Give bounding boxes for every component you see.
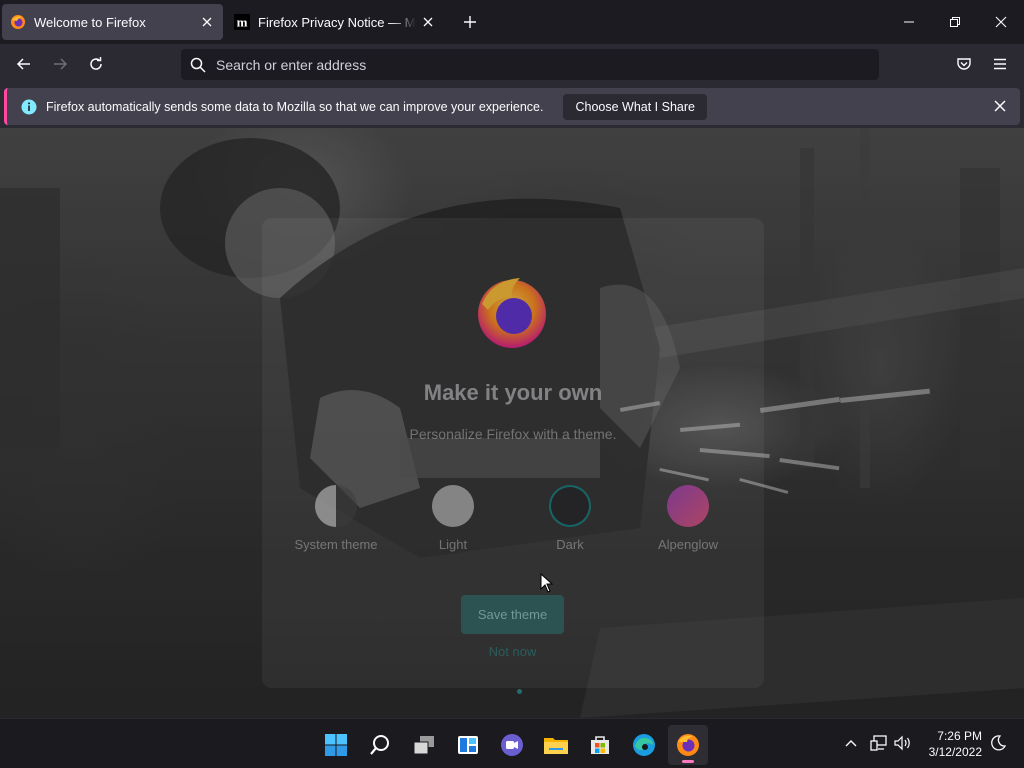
address-bar[interactable] [181, 49, 879, 80]
volume-button[interactable] [891, 731, 915, 755]
active-app-indicator [682, 760, 694, 763]
data-collection-notification: Firefox automatically sends some data to… [0, 86, 1024, 128]
mozilla-icon: m [234, 14, 250, 30]
tab-welcome[interactable]: Welcome to Firefox [2, 4, 223, 40]
close-tab-icon[interactable] [195, 10, 219, 34]
theme-label: Alpenglow [658, 537, 718, 552]
not-now-link[interactable]: Not now [461, 644, 564, 659]
volume-icon [894, 735, 910, 751]
firefox-icon [11, 15, 25, 29]
taskbar-search-button[interactable] [360, 725, 400, 765]
theme-option-alpenglow[interactable]: Alpenglow [633, 485, 743, 552]
theme-option-light[interactable]: Light [398, 485, 508, 552]
network-icon [870, 735, 887, 751]
moon-icon [991, 735, 1006, 751]
network-button[interactable] [867, 731, 891, 755]
close-tab-icon[interactable] [416, 10, 440, 34]
plus-icon [464, 16, 476, 28]
windows-start-icon [325, 734, 347, 756]
app-menu-button[interactable] [984, 48, 1016, 80]
system-clock[interactable]: 7:26 PM 3/12/2022 [918, 728, 982, 760]
close-icon [994, 100, 1006, 112]
chevron-up-icon [845, 740, 857, 747]
clock-time: 7:26 PM [937, 729, 982, 743]
restore-icon [950, 17, 960, 27]
widgets-button[interactable] [448, 725, 488, 765]
reload-icon [90, 57, 102, 70]
forward-arrow-icon [54, 58, 68, 70]
tab-strip: Welcome to Firefox m Firefox Privacy Not… [0, 0, 1024, 44]
tab-title: Firefox Privacy Notice — Mozilla [258, 14, 416, 30]
firefox-taskbar-button[interactable] [668, 725, 708, 765]
theme-label: Light [438, 537, 468, 552]
light-theme-swatch [432, 485, 474, 527]
hamburger-menu-icon [994, 58, 1006, 70]
edge-browser-button[interactable] [624, 725, 664, 765]
close-notification-button[interactable] [988, 94, 1012, 118]
navigation-toolbar [0, 44, 1024, 86]
task-view-button[interactable] [404, 725, 444, 765]
search-icon [190, 57, 206, 73]
firefox-logo-icon [478, 278, 546, 348]
microsoft-store-icon [591, 736, 609, 754]
minimize-button[interactable] [886, 0, 932, 44]
theme-label: Dark [556, 537, 584, 552]
theme-option-dark[interactable]: Dark [515, 485, 625, 552]
microsoft-store-button[interactable] [580, 725, 620, 765]
edge-icon [633, 734, 655, 756]
widgets-icon [458, 736, 478, 754]
back-arrow-icon [16, 58, 30, 70]
teams-chat-icon [501, 734, 523, 756]
clock-date: 3/12/2022 [928, 745, 982, 759]
choose-what-i-share-button[interactable]: Choose What I Share [563, 93, 707, 120]
welcome-subheading: Personalize Firefox with a theme. [409, 426, 617, 442]
windows-start-button[interactable] [316, 725, 356, 765]
back-button[interactable] [8, 48, 40, 80]
search-icon [370, 735, 389, 755]
tab-title: Welcome to Firefox [34, 14, 146, 30]
theme-label: System theme [294, 537, 378, 552]
forward-button[interactable] [44, 48, 76, 80]
save-theme-button[interactable]: Save theme [461, 595, 564, 634]
dark-theme-swatch [549, 485, 591, 527]
svg-text:m: m [237, 15, 248, 30]
tab-privacy-notice[interactable]: m Firefox Privacy Notice — Mozilla [226, 4, 444, 40]
system-theme-swatch [315, 485, 357, 527]
welcome-page: Make it your own Personalize Firefox wit… [0, 128, 1024, 718]
focus-assist-button[interactable] [986, 731, 1010, 755]
mouse-cursor-icon [540, 573, 554, 593]
step-indicator-dot [517, 689, 522, 694]
close-icon [995, 16, 1007, 28]
reload-button[interactable] [80, 48, 112, 80]
welcome-heading: Make it your own [423, 380, 603, 405]
task-view-icon [413, 736, 434, 755]
file-explorer-icon [544, 738, 568, 754]
info-icon [21, 99, 37, 114]
minimize-icon [904, 21, 914, 23]
address-input[interactable] [216, 56, 879, 73]
close-window-button[interactable] [978, 0, 1024, 44]
theme-option-system[interactable]: System theme [281, 485, 391, 552]
pocket-button[interactable] [948, 48, 980, 80]
windows-taskbar: 7:26 PM 3/12/2022 [0, 718, 1024, 768]
pocket-icon [957, 58, 971, 70]
file-explorer-button[interactable] [536, 725, 576, 765]
firefox-icon [677, 734, 699, 756]
show-hidden-icons-button[interactable] [839, 731, 863, 755]
notification-message: Firefox automatically sends some data to… [46, 99, 544, 114]
teams-chat-button[interactable] [492, 725, 532, 765]
restore-button[interactable] [932, 0, 978, 44]
alpenglow-theme-swatch [667, 485, 709, 527]
notification-box: Firefox automatically sends some data to… [4, 88, 1020, 125]
new-tab-button[interactable] [456, 8, 484, 36]
